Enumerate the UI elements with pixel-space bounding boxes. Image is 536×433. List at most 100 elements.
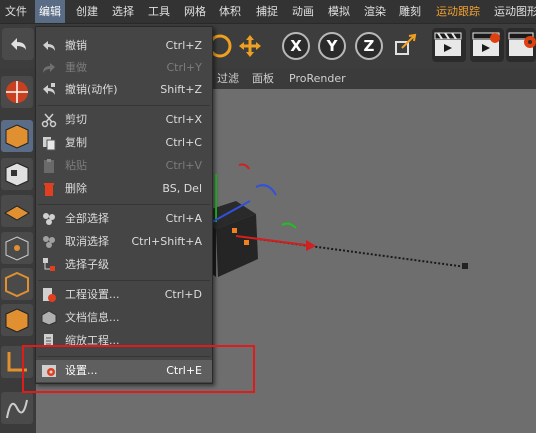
tweak-mode-button[interactable] <box>1 392 33 424</box>
menu-item-shortcut: Ctrl+C <box>165 136 202 149</box>
menu-render[interactable]: 渲染 <box>360 0 390 23</box>
render-view-button[interactable] <box>432 28 466 62</box>
z-rotation-arc <box>255 184 277 196</box>
menu-item-select-all[interactable]: 全部选择 Ctrl+A <box>36 208 212 230</box>
x-axis-lock-button[interactable]: X <box>282 32 310 60</box>
menu-item-shortcut: Ctrl+V <box>165 159 202 172</box>
menu-item-delete[interactable]: 删除 BS, Del <box>36 178 212 200</box>
menu-item-cut[interactable]: 剪切 Ctrl+X <box>36 109 212 131</box>
menu-bar: 文件 编辑 创建 选择 工具 网格 体积 捕捉 动画 模拟 渲染 雕刻 运动跟踪… <box>0 0 536 24</box>
menu-snap[interactable]: 捕捉 <box>252 0 282 23</box>
viewport-menu-panel[interactable]: 面板 <box>252 68 274 89</box>
menu-item-shortcut: Ctrl+D <box>164 288 202 301</box>
menu-sculpt[interactable]: 雕刻 <box>395 0 425 23</box>
y-rotation-arc <box>281 222 297 229</box>
menu-item-deselect[interactable]: 取消选择 Ctrl+Shift+A <box>36 231 212 253</box>
gear-clapperboard-icon <box>508 32 536 56</box>
menu-item-shortcut: BS, Del <box>162 182 202 195</box>
select-all-icon <box>43 213 55 225</box>
polygon-cube-icon <box>5 308 29 333</box>
menu-item-label: 全部选择 <box>65 212 109 225</box>
undo-icon <box>43 41 55 51</box>
points-mode-button[interactable] <box>1 232 33 264</box>
model-mode-button[interactable] <box>1 120 33 152</box>
copy-icon <box>43 137 56 151</box>
document-info-icon <box>41 310 57 326</box>
menu-item-document-info[interactable]: 文档信息... <box>36 307 212 329</box>
menu-item-label: 剪切 <box>65 113 87 126</box>
scale-tool-button[interactable] <box>236 32 264 60</box>
y-axis-lock-button[interactable]: Y <box>318 32 346 60</box>
coordinate-system-button[interactable] <box>392 30 420 58</box>
trash-icon <box>44 183 54 196</box>
z-axis-lock-button[interactable]: Z <box>355 32 383 60</box>
render-to-picture-viewer-button[interactable] <box>470 28 504 62</box>
clapperboard-play-icon <box>472 32 500 56</box>
paste-icon <box>44 159 54 173</box>
menu-item-label: 撤销(动作) <box>65 83 118 96</box>
menu-edit[interactable]: 编辑 <box>35 0 65 23</box>
checker-cube-icon <box>5 162 29 187</box>
menu-mograph[interactable]: 运动图形 <box>490 0 536 23</box>
menu-item-shortcut: Ctrl+X <box>165 113 202 126</box>
workplane-button[interactable] <box>1 195 33 227</box>
move-arrows-icon <box>239 35 261 57</box>
menu-item-copy[interactable]: 复制 Ctrl+C <box>36 132 212 154</box>
curve-icon <box>6 399 28 419</box>
menu-item-shortcut: Ctrl+Y <box>166 61 202 74</box>
render-settings-button[interactable] <box>506 28 536 62</box>
menu-item-paste: 粘贴 Ctrl+V <box>36 155 212 177</box>
points-cube-icon <box>5 236 29 261</box>
menu-item-label: 文档信息... <box>65 311 120 324</box>
gizmo-center-point <box>232 228 237 233</box>
menu-item-label: 复制 <box>65 136 87 149</box>
clapperboard-icon <box>434 32 462 56</box>
menu-item-shortcut: Ctrl+A <box>165 212 202 225</box>
menu-item-label: 删除 <box>65 182 87 195</box>
menu-create[interactable]: 创建 <box>72 0 102 23</box>
viewport-menu-filter[interactable]: 过滤 <box>217 68 239 89</box>
x-rotation-arc <box>238 163 250 170</box>
viewport-menu-prorender[interactable]: ProRender <box>289 68 346 89</box>
scissors-icon <box>41 113 57 128</box>
menu-separator <box>38 105 210 106</box>
edit-menu-dropdown: 撤销 Ctrl+Z 重做 Ctrl+Y 撤销(动作) Shift+Z 剪切 Ct… <box>35 26 213 384</box>
x-axis-arrow <box>306 240 316 251</box>
edges-mode-button[interactable] <box>1 268 33 300</box>
menu-item-select-children[interactable]: 选择子级 <box>36 254 212 276</box>
menu-item-label: 撤销 <box>65 39 87 52</box>
menu-item-label: 重做 <box>65 61 87 74</box>
menu-select[interactable]: 选择 <box>108 0 138 23</box>
menu-file[interactable]: 文件 <box>1 0 31 23</box>
menu-item-label: 粘贴 <box>65 159 87 172</box>
globe-mode-button[interactable] <box>1 76 33 108</box>
select-children-icon <box>43 258 55 271</box>
polygons-mode-button[interactable] <box>1 304 33 336</box>
gizmo-handle-point <box>244 240 249 245</box>
menu-item-label: 工程设置... <box>65 288 120 301</box>
menu-tools[interactable]: 工具 <box>144 0 174 23</box>
menu-item-undo-action[interactable]: 撤销(动作) Shift+Z <box>36 79 212 101</box>
menu-item-redo: 重做 Ctrl+Y <box>36 57 212 79</box>
project-settings-icon <box>43 288 56 302</box>
undo-action-icon <box>43 83 55 95</box>
globe-icon <box>6 81 28 103</box>
menu-item-label: 选择子级 <box>65 258 109 271</box>
grid-plane-icon <box>4 205 30 221</box>
texture-mode-button[interactable] <box>1 158 33 190</box>
undo-toolbar-button[interactable] <box>2 28 34 60</box>
spline-endpoint <box>462 263 468 269</box>
menu-item-project-settings[interactable]: 工程设置... Ctrl+D <box>36 284 212 306</box>
menu-motion-tracking[interactable]: 运动跟踪 <box>432 0 484 23</box>
coordinate-system-icon <box>395 33 417 55</box>
menu-mesh[interactable]: 网格 <box>180 0 210 23</box>
menu-item-label: 取消选择 <box>65 235 109 248</box>
edges-cube-icon <box>5 271 29 298</box>
menu-separator <box>38 280 210 281</box>
menu-animation[interactable]: 动画 <box>288 0 318 23</box>
menu-simulate[interactable]: 模拟 <box>324 0 354 23</box>
highlight-annotation-box <box>22 345 255 393</box>
menu-volume[interactable]: 体积 <box>215 0 245 23</box>
menu-item-undo[interactable]: 撤销 Ctrl+Z <box>36 35 212 57</box>
menu-item-shortcut: Ctrl+Z <box>165 39 202 52</box>
